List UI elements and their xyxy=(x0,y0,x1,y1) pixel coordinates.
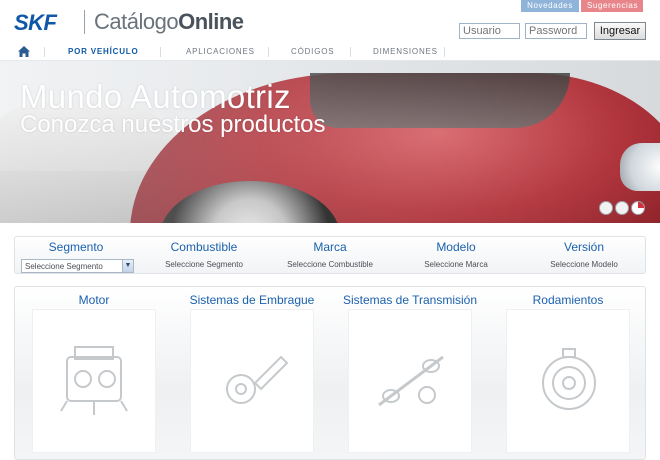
username-input[interactable] xyxy=(459,23,520,39)
filter-marca: Marca Seleccione Combustible xyxy=(269,237,391,269)
main-nav: POR VEHÍCULO APLICACIONES CÓDIGOS DIMENS… xyxy=(0,43,660,61)
nav-divider xyxy=(444,47,445,57)
category-title[interactable]: Sistemas de Transmisión xyxy=(331,293,489,307)
home-icon[interactable] xyxy=(18,46,30,57)
filter-value[interactable]: Seleccione Modelo xyxy=(523,260,645,269)
slide-dot-1[interactable] xyxy=(599,201,613,215)
category-motor[interactable]: Motor xyxy=(15,287,173,453)
select-value: Seleccione Segmento xyxy=(25,262,103,271)
filter-version: Versión Seleccione Modelo xyxy=(523,237,645,269)
category-embrague[interactable]: Sistemas de Embrague xyxy=(173,287,331,453)
filter-label: Marca xyxy=(313,240,347,254)
category-card[interactable] xyxy=(190,309,314,453)
page: SKF CatálogoOnline Novedades Sugerencias… xyxy=(0,0,660,460)
chevron-down-icon[interactable]: ▼ xyxy=(122,260,133,272)
category-card[interactable] xyxy=(506,309,630,453)
nav-divider xyxy=(44,47,45,57)
site-title-light: Catálogo xyxy=(94,9,179,34)
novedades-link[interactable]: Novedades xyxy=(521,0,579,12)
nav-item-dimensiones[interactable]: DIMENSIONES xyxy=(373,47,438,56)
category-card[interactable] xyxy=(32,309,156,453)
category-transmision[interactable]: Sistemas de Transmisión xyxy=(331,287,489,453)
login-button[interactable]: Ingresar xyxy=(594,22,646,40)
clutch-icon xyxy=(226,355,289,404)
vehicle-filter-bar: Segmento Seleccione Segmento ▼ Combustib… xyxy=(14,236,646,274)
nav-item-codigos[interactable]: CÓDIGOS xyxy=(291,47,334,56)
filter-segmento: Segmento Seleccione Segmento ▼ xyxy=(15,237,137,273)
site-title-bold: Online xyxy=(178,9,244,34)
filter-value[interactable]: Seleccione Marca xyxy=(395,260,517,269)
nav-item-aplicaciones[interactable]: APLICACIONES xyxy=(186,47,255,56)
filter-value[interactable]: Seleccione Combustible xyxy=(269,260,391,269)
filter-value[interactable]: Seleccione Segmento xyxy=(143,260,265,269)
driveshaft-icon xyxy=(378,355,444,407)
filter-label: Modelo xyxy=(436,240,476,254)
password-input[interactable] xyxy=(525,23,587,39)
slide-dot-2[interactable] xyxy=(615,201,629,215)
filter-label: Segmento xyxy=(48,240,104,254)
product-categories: Motor Sistemas de Embrague Sistemas de T… xyxy=(14,286,646,460)
category-card[interactable] xyxy=(348,309,472,453)
filter-modelo: Modelo Seleccione Marca xyxy=(395,237,517,269)
category-title[interactable]: Sistemas de Embrague xyxy=(173,293,331,307)
sugerencias-link[interactable]: Sugerencias xyxy=(581,0,643,12)
hero-subtitle: Conozca nuestros productos xyxy=(20,111,326,138)
segmento-select[interactable]: Seleccione Segmento ▼ xyxy=(21,259,134,273)
nav-divider xyxy=(160,47,161,57)
slide-dot-3-active[interactable] xyxy=(631,201,645,215)
filter-label: Combustible xyxy=(170,240,238,254)
category-rodamientos[interactable]: Rodamientos xyxy=(489,287,647,453)
logo-divider xyxy=(84,10,85,34)
nav-item-por-vehiculo[interactable]: POR VEHÍCULO xyxy=(68,47,139,56)
filter-combustible: Combustible Seleccione Segmento xyxy=(143,237,265,269)
engine-icon xyxy=(60,346,128,415)
bearing-icon xyxy=(542,348,596,410)
category-title[interactable]: Rodamientos xyxy=(489,293,647,307)
category-title[interactable]: Motor xyxy=(15,293,173,307)
skf-logo[interactable]: SKF xyxy=(14,10,57,36)
hero-banner[interactable]: Mundo Automotriz Conozca nuestros produc… xyxy=(0,61,660,223)
site-title: CatálogoOnline xyxy=(94,9,244,35)
nav-divider xyxy=(350,47,351,57)
filter-label: Versión xyxy=(563,240,605,254)
nav-divider xyxy=(268,47,269,57)
header: SKF CatálogoOnline Novedades Sugerencias… xyxy=(0,0,660,42)
